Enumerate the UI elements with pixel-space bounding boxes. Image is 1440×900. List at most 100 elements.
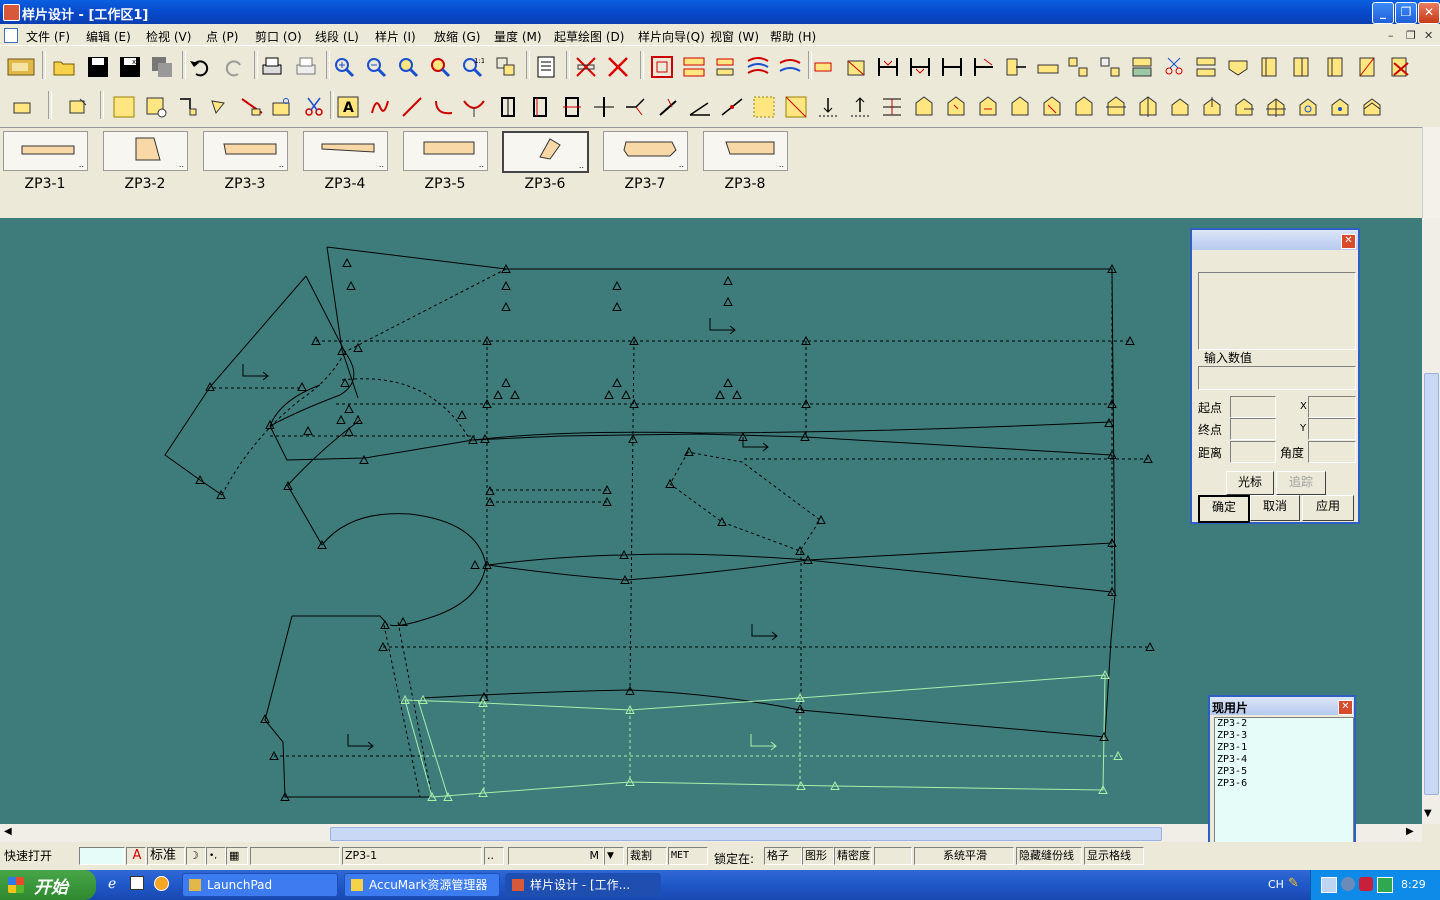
angle-field[interactable] [1308,441,1356,463]
draw-curve-icon[interactable] [368,95,392,119]
precision-field[interactable] [874,847,912,865]
zoom-fit-icon[interactable] [428,55,452,79]
print-icon[interactable] [260,55,284,79]
seam-corner-icon[interactable] [1324,55,1348,79]
system-smooth[interactable]: 系统平滑 [914,847,1014,865]
mark-point-icon[interactable] [844,55,868,79]
task-pattern-design[interactable]: 样片设计 - [工作... [505,873,661,897]
piece-combine-icon[interactable] [746,55,770,79]
save-all-icon[interactable] [150,55,174,79]
ok-button[interactable]: 确定 [1198,495,1250,523]
seam-edit-icon[interactable] [1290,55,1314,79]
intersect-icon[interactable] [592,95,616,119]
rotate-icon[interactable] [176,95,200,119]
seam-icon[interactable] [1258,55,1282,79]
menu-window[interactable]: 视窗 (W) [710,28,759,45]
punct-icon[interactable]: •, [206,847,226,865]
piece-thumbnail-selected[interactable]: .. [502,131,589,173]
antivirus-icon[interactable] [1359,877,1373,891]
menu-view[interactable]: 检视 (V) [146,28,191,45]
distance-field[interactable] [1230,441,1276,463]
notch-move-icon[interactable] [940,55,964,79]
zoom-one-to-one-icon[interactable]: 1:1 [460,55,484,79]
parallel-icon[interactable] [528,95,552,119]
perpendicular-icon[interactable] [496,95,520,119]
line-fold-icon[interactable] [1226,55,1250,79]
select-piece-icon[interactable] [10,95,34,119]
grade-edit-icon[interactable] [944,95,968,119]
piece-split-icon[interactable] [682,55,706,79]
update-icon[interactable] [1377,877,1393,893]
cursor-button[interactable]: 光标 [1226,471,1274,495]
end-point-field[interactable] [1230,418,1276,440]
piece-thumbnail[interactable]: .. [303,131,388,171]
open-folder-icon[interactable] [52,55,76,79]
font-a-icon[interactable]: A [126,847,146,865]
menu-line[interactable]: 线段 (L) [315,28,359,45]
draw-dart-icon[interactable] [462,95,486,119]
size-dropdown-icon[interactable]: ▼ [604,847,624,865]
grade-rule-icon[interactable] [912,95,936,119]
grade-delete-icon[interactable] [1040,95,1064,119]
seam-delete-icon[interactable] [1388,55,1412,79]
list-item[interactable]: ZP3-1 [1215,742,1353,754]
cancel-button[interactable]: 取消 [1250,495,1300,521]
scissors-icon[interactable] [302,95,326,119]
hide-seam-toggle[interactable]: 隐藏缝份线 [1016,847,1082,865]
trace-button[interactable]: 追踪 [1276,471,1326,495]
list-item[interactable]: ZP3-3 [1215,730,1353,742]
task-resource-manager[interactable]: AccuMark资源管理器 [344,873,500,897]
menu-edit[interactable]: 编辑 (E) [86,28,131,45]
menu-draft[interactable]: 起草绘图 (D) [554,28,624,45]
piece-thumbnail[interactable]: .. [203,131,288,171]
start-button[interactable]: 开始 [0,870,96,900]
list-item[interactable]: ZP3-5 [1215,766,1353,778]
size-select[interactable]: M [508,847,604,865]
grade-copy-icon[interactable] [976,95,1000,119]
refresh-view-icon[interactable] [494,55,518,79]
cross-area-icon[interactable] [784,95,808,119]
shape-lock[interactable]: 图形 [802,847,834,865]
stack-icon[interactable] [880,95,904,119]
angle-line-icon[interactable] [656,95,680,119]
grade-expand-icon[interactable] [1296,95,1320,119]
piece-thumbnail[interactable]: .. [3,131,88,171]
show-desktop-icon[interactable] [130,876,144,890]
launchpad-icon[interactable] [6,55,36,79]
menu-grade[interactable]: 放缩 (G) [434,28,480,45]
browse-button[interactable]: .. [484,847,504,865]
save-as-icon[interactable]: x [118,55,142,79]
piece-thumbnail[interactable]: .. [703,131,788,171]
menu-measure[interactable]: 量度 (M) [494,28,542,45]
draw-arc-icon[interactable] [432,95,456,119]
tangent-icon[interactable] [720,95,744,119]
delete-all-icon[interactable] [606,55,630,79]
piece-mirror-icon[interactable] [714,55,738,79]
zoom-in-icon[interactable] [332,55,356,79]
canvas-vertical-scrollbar[interactable]: ▼ [1422,218,1440,824]
bisect-icon[interactable] [624,95,648,119]
moon-icon[interactable]: ☽ [186,847,206,865]
grade-align-icon[interactable] [1168,95,1192,119]
undo-icon[interactable] [188,55,212,79]
notch-edit-icon[interactable] [908,55,932,79]
fill-area-icon[interactable] [752,95,776,119]
list-item[interactable]: ZP3-4 [1215,754,1353,766]
mdi-close-icon[interactable]: ✕ [1424,29,1433,42]
apply-button[interactable]: 应用 [1302,495,1354,521]
grade-cross-icon[interactable] [1264,95,1288,119]
document-icon[interactable] [4,28,18,43]
scroll-down-icon[interactable]: ▼ [1424,808,1432,819]
redo-icon[interactable] [222,55,246,79]
piece-name-field[interactable]: ZP3-1 [342,847,482,865]
line-icon[interactable] [1004,55,1028,79]
unit-mode[interactable]: MET [668,847,708,865]
piece-walk-icon[interactable] [778,55,802,79]
grade-distance-icon[interactable] [1072,95,1096,119]
rectangle-icon[interactable] [112,95,136,119]
precision-lock[interactable]: 精密度 [834,847,872,865]
input-value-field[interactable] [1198,366,1356,390]
line-copy-icon[interactable] [1098,55,1122,79]
edit-piece-icon[interactable] [66,95,90,119]
piece-thumbnail[interactable]: .. [603,131,688,171]
